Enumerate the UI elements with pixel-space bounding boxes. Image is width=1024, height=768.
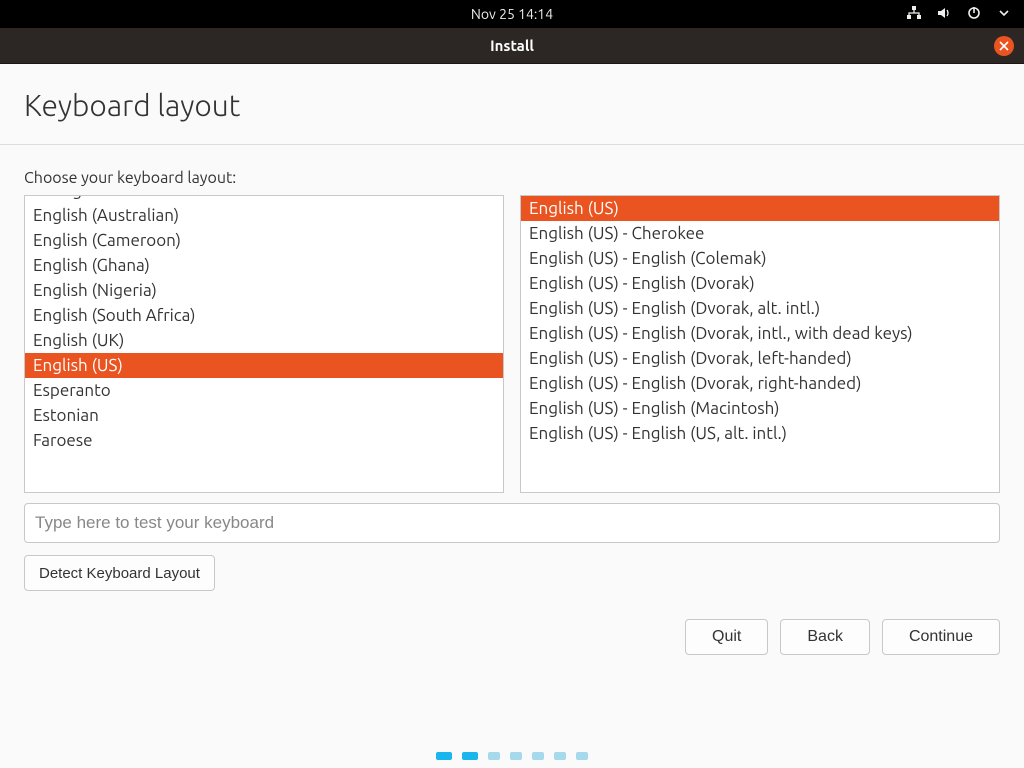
progress-dot (554, 752, 566, 760)
layout-listbox[interactable]: DzongkhaEnglish (Australian)English (Cam… (24, 195, 504, 493)
layout-item[interactable]: Dzongkha (25, 195, 503, 203)
top-bar: Nov 25 14:14 (0, 0, 1024, 28)
variant-item[interactable]: English (US) - English (Colemak) (521, 246, 999, 271)
variant-item[interactable]: English (US) - English (Macintosh) (521, 396, 999, 421)
variant-item[interactable]: English (US) - English (Dvorak) (521, 271, 999, 296)
window-title: Install (490, 37, 534, 54)
variant-item[interactable]: English (US) - English (Dvorak, left-han… (521, 346, 999, 371)
layout-item[interactable]: Faroese (25, 428, 503, 453)
window-titlebar: Install (0, 28, 1024, 64)
layout-item[interactable]: English (UK) (25, 328, 503, 353)
progress-dot (436, 752, 452, 760)
layout-item[interactable]: Estonian (25, 403, 503, 428)
quit-button[interactable]: Quit (685, 619, 768, 655)
layout-item[interactable]: English (Australian) (25, 203, 503, 228)
close-button[interactable] (994, 36, 1014, 56)
system-tray (906, 5, 1012, 24)
progress-dot (532, 752, 544, 760)
volume-icon[interactable] (936, 5, 952, 24)
progress-dot (462, 752, 478, 760)
progress-dot (488, 752, 500, 760)
keyboard-test-input[interactable] (24, 503, 1000, 543)
layout-prompt: Choose your keyboard layout: (0, 145, 1024, 195)
nav-buttons: Quit Back Continue (685, 619, 1000, 655)
progress-dot (576, 752, 588, 760)
layout-item[interactable]: Esperanto (25, 378, 503, 403)
progress-dot (510, 752, 522, 760)
variant-item[interactable]: English (US) - Cherokee (521, 221, 999, 246)
back-button[interactable]: Back (780, 619, 870, 655)
layout-item[interactable]: English (Cameroon) (25, 228, 503, 253)
layout-item[interactable]: English (US) (25, 353, 503, 378)
network-icon[interactable] (906, 5, 922, 24)
variant-item[interactable]: English (US) - English (US, alt. intl.) (521, 421, 999, 446)
layout-item[interactable]: English (South Africa) (25, 303, 503, 328)
layout-lists: DzongkhaEnglish (Australian)English (Cam… (0, 195, 1024, 493)
page-heading: Keyboard layout (0, 64, 1024, 144)
chevron-down-icon[interactable] (996, 5, 1012, 24)
variant-item[interactable]: English (US) - English (Dvorak, right-ha… (521, 371, 999, 396)
layout-item[interactable]: English (Ghana) (25, 253, 503, 278)
variant-item[interactable]: English (US) - English (Dvorak, alt. int… (521, 296, 999, 321)
variant-item[interactable]: English (US) - English (Dvorak, intl., w… (521, 321, 999, 346)
clock-text: Nov 25 14:14 (471, 6, 553, 22)
continue-button[interactable]: Continue (882, 619, 1000, 655)
layout-item[interactable]: English (Nigeria) (25, 278, 503, 303)
progress-indicator (436, 752, 588, 760)
variant-listbox[interactable]: English (US)English (US) - CherokeeEngli… (520, 195, 1000, 493)
installer-page: Keyboard layout Choose your keyboard lay… (0, 64, 1024, 768)
power-icon[interactable] (966, 5, 982, 24)
variant-item[interactable]: English (US) (521, 196, 999, 221)
detect-keyboard-button[interactable]: Detect Keyboard Layout (24, 555, 215, 591)
